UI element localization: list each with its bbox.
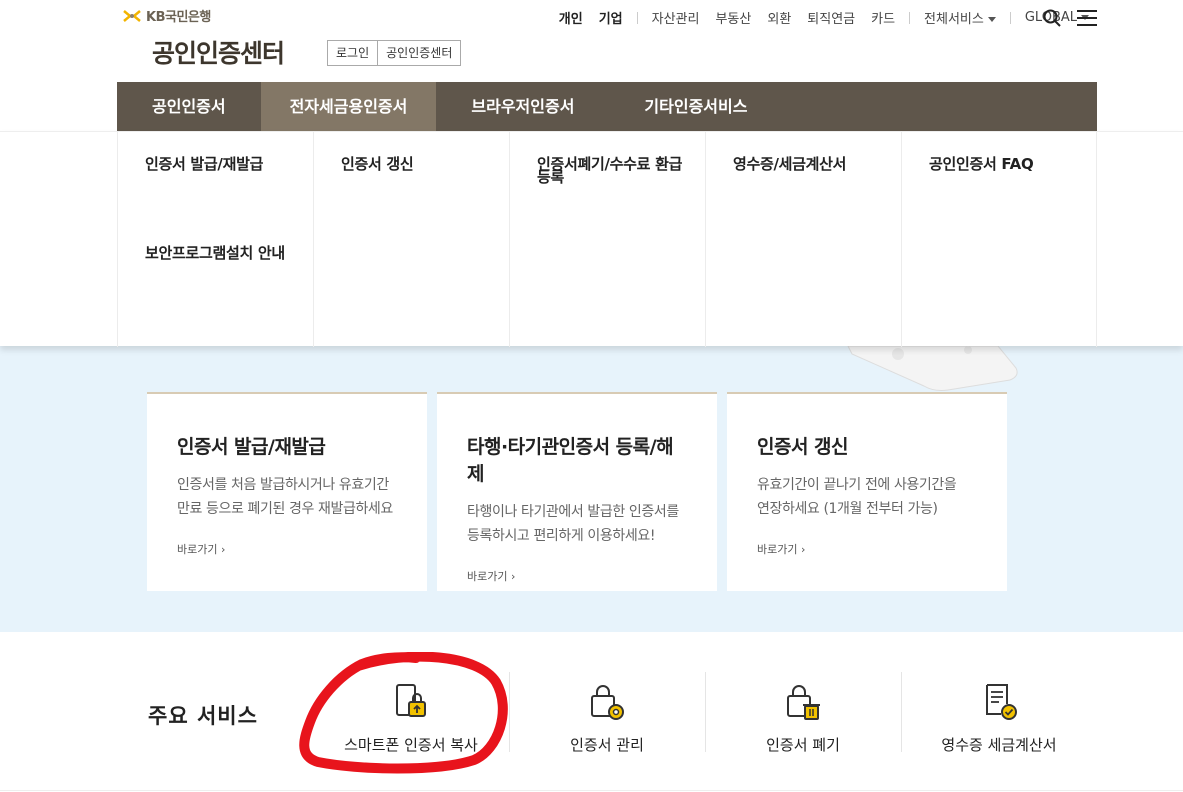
card-desc-line: 유효기간이 끝나기 전에 사용기간을 [757,477,957,493]
go-label: 바로가기 [177,543,218,556]
service-label: 인증서 관리 [570,736,644,754]
service-smartphone-copy[interactable]: 스마트폰 인증서 복사 [313,672,509,754]
utility-nav: 개인 기업 자산관리 부동산 외환 퇴직연금 카드 전체서비스 GLOBAL [551,8,1097,27]
tab-browser-cert[interactable]: 브라우저인증서 [436,82,609,131]
menu-renew[interactable]: 인증서 갱신 [341,157,489,172]
divider [636,11,638,24]
main-nav: 공인인증서 전자세금용인증서 브라우저인증서 기타인증서비스 [117,82,1097,131]
service-label: 인증서 폐기 [766,736,840,754]
certificate-settings-icon [591,685,624,720]
card-desc-line: 연장하세요 (1개월 전부터 가능) [757,501,938,517]
kb-star-icon [123,9,141,22]
card-title: 인증서 갱신 [757,436,849,458]
util-pension[interactable]: 퇴직연금 [799,8,863,27]
util-asset[interactable]: 자산관리 [644,8,708,27]
tab-public-cert[interactable]: 공인인증서 [117,82,261,131]
caret-down-icon [987,17,996,22]
util-all-services[interactable]: 전체서비스 [916,8,1004,27]
card-desc: 인증서를 처음 발급하시거나 유효기간 만료 등으로 폐기된 경우 재발급하세요 [177,473,397,521]
card-go-link[interactable]: 바로가기 › [467,568,687,584]
chevron-right-icon: › [510,570,516,583]
util-personal[interactable]: 개인 [551,8,591,27]
kb-logo[interactable]: KB국민은행 [122,6,211,25]
services-title: 주요 서비스 [148,704,258,728]
card-desc-line: 만료 등으로 폐기된 경우 재발급하세요 [177,501,393,517]
card-desc-line: 등록하시고 편리하게 이용하세요! [467,528,656,544]
divider [909,11,911,24]
chevron-right-icon: › [800,543,806,556]
card-title: 인증서 발급/재발급 [177,436,326,458]
mega-col-4: 영수증/세금계산서 [705,132,901,347]
logo-text: KB국민은행 [146,10,211,25]
divider [0,790,1183,791]
service-cert-manage[interactable]: 인증서 관리 [509,672,705,754]
card-go-link[interactable]: 바로가기 › [177,541,397,557]
phone-illustration [847,346,1018,391]
menu-issue-reissue[interactable]: 인증서 발급/재발급 [145,157,293,172]
receipt-check-icon [986,684,1017,720]
util-realestate[interactable]: 부동산 [707,8,759,27]
divider [1009,11,1011,24]
go-label: 바로가기 [757,543,798,556]
card-desc: 타행이나 타기관에서 발급한 인증서를 등록하시고 편리하게 이용하세요! [467,500,687,548]
mega-col-2: 인증서 갱신 [313,132,509,347]
menu-receipt-invoice[interactable]: 영수증/세금계산서 [733,157,881,172]
util-fx[interactable]: 외환 [759,8,799,27]
breadcrumb-cert-center[interactable]: 공인인증센터 [377,41,460,65]
card-title: 타행·타기관인증서 등록/해제 [467,436,674,485]
card-desc-line: 인증서를 처음 발급하시거나 유효기간 [177,477,389,493]
menu-security-install[interactable]: 보안프로그램설치 안내 [145,246,293,261]
mega-col-1: 인증서 발급/재발급 보안프로그램설치 안내 [117,132,313,347]
service-label: 영수증 세금계산서 [941,736,1057,754]
certificate-delete-icon [787,685,820,720]
all-services-label: 전체서비스 [924,12,984,27]
search-icon[interactable] [1043,9,1061,27]
top-header: KB국민은행 공인인증센터 로그인 공인인증센터 개인 기업 자산관리 부동산 … [0,0,1183,82]
card-other-register[interactable]: 타행·타기관인증서 등록/해제 타행이나 타기관에서 발급한 인증서를 등록하시… [437,392,717,591]
menu-faq[interactable]: 공인인증서 FAQ [929,157,1076,172]
card-renew[interactable]: 인증서 갱신 유효기간이 끝나기 전에 사용기간을 연장하세요 (1개월 전부터… [727,392,1007,591]
chevron-right-icon: › [220,543,226,556]
page-title[interactable]: 공인인증센터 [152,34,285,70]
util-card[interactable]: 카드 [863,8,903,27]
breadcrumb: 로그인 공인인증센터 [327,40,462,66]
card-desc: 유효기간이 끝나기 전에 사용기간을 연장하세요 (1개월 전부터 가능) [757,473,977,521]
menu-revoke-refund[interactable]: 인증서폐기/수수료 환급등록 [537,157,685,185]
service-label: 스마트폰 인증서 복사 [344,736,478,754]
go-label: 바로가기 [467,570,508,583]
card-go-link[interactable]: 바로가기 › [757,541,977,557]
hamburger-menu-icon[interactable] [1077,10,1097,26]
service-cert-revoke[interactable]: 인증서 폐기 [705,672,901,754]
mega-menu-dropdown: 인증서 발급/재발급 보안프로그램설치 안내 인증서 갱신 인증서폐기/수수료 … [0,131,1183,347]
tab-other-cert[interactable]: 기타인증서비스 [609,82,782,131]
service-receipt-invoice[interactable]: 영수증 세금계산서 [901,672,1097,754]
card-desc-line: 타행이나 타기관에서 발급한 인증서를 [467,504,679,520]
mega-col-5: 공인인증서 FAQ [901,132,1097,347]
breadcrumb-login[interactable]: 로그인 [328,41,377,65]
util-business[interactable]: 기업 [591,8,631,27]
smartphone-copy-icon [396,684,426,717]
mega-col-3: 인증서폐기/수수료 환급등록 [509,132,705,347]
card-issue[interactable]: 인증서 발급/재발급 인증서를 처음 발급하시거나 유효기간 만료 등으로 폐기… [147,392,427,591]
tab-etax-cert[interactable]: 전자세금용인증서 [260,82,437,131]
